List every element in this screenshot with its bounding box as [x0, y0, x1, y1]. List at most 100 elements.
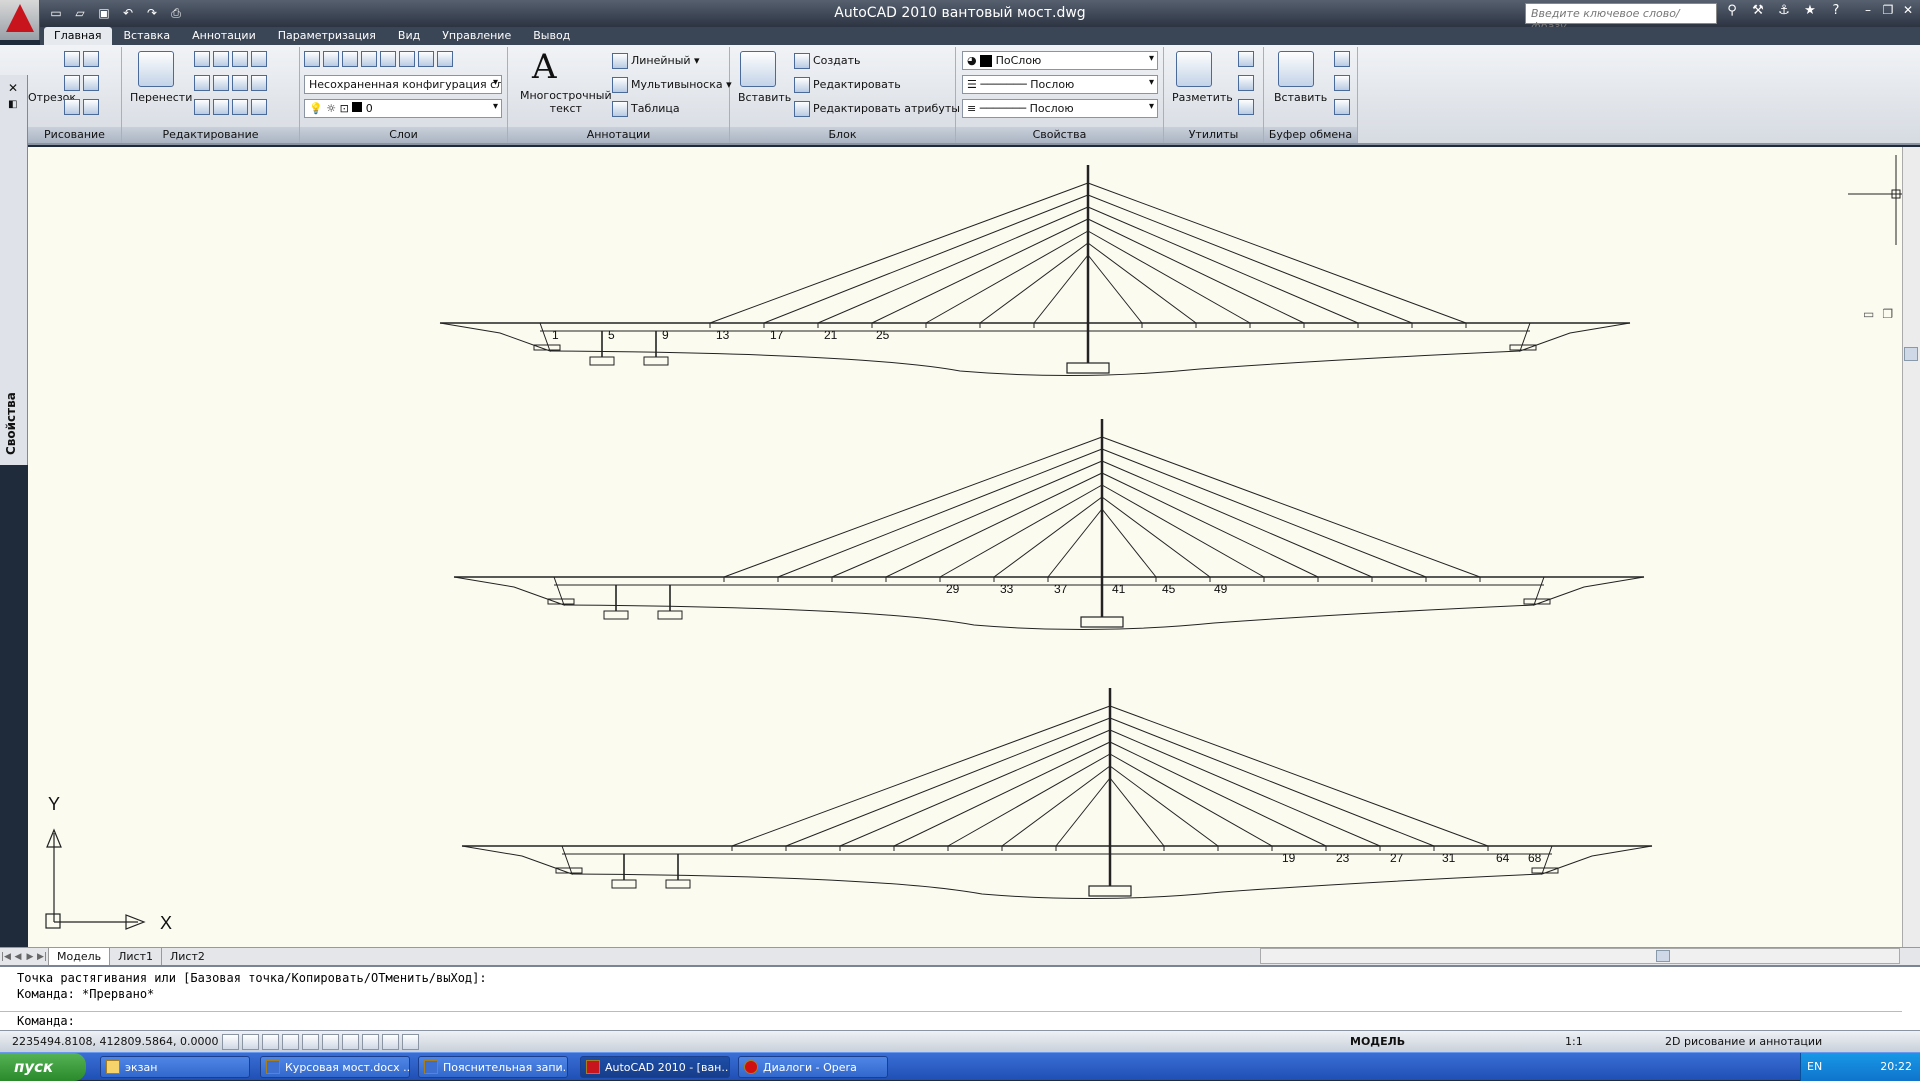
- mtext-icon[interactable]: A: [532, 47, 557, 87]
- linetype-combo[interactable]: ☰ ─────── Послою: [962, 75, 1158, 94]
- layer-state-combo[interactable]: Несохраненная конфигурация слоев: [304, 75, 502, 94]
- task-word-note[interactable]: Пояснительная запи...: [418, 1056, 568, 1078]
- command-prompt[interactable]: Команда:: [17, 1014, 75, 1028]
- panel-annotation-title[interactable]: Аннотации: [508, 127, 729, 143]
- color-combo[interactable]: ◕ ПоСлою: [962, 51, 1158, 70]
- stretch-icon[interactable]: [194, 75, 210, 91]
- hatch-icon[interactable]: [83, 99, 99, 115]
- task-word-course[interactable]: Курсовая мост.docx ...: [260, 1056, 410, 1078]
- panel-properties-title[interactable]: Свойства: [956, 127, 1163, 143]
- array-icon[interactable]: [251, 51, 267, 67]
- layout-tab-model[interactable]: Модель: [48, 947, 110, 966]
- tab-manage[interactable]: Управление: [432, 27, 521, 45]
- viewport-restore-icon[interactable]: ❐: [1882, 307, 1893, 321]
- move-icon[interactable]: [138, 51, 174, 87]
- cursor-coordinates[interactable]: 2235494.8108, 412809.5864, 0.0000: [12, 1035, 218, 1048]
- panel-modify-title[interactable]: Редактирование: [122, 127, 299, 143]
- offset-icon[interactable]: [213, 99, 229, 115]
- language-indicator[interactable]: EN: [1807, 1060, 1827, 1073]
- qp-toggle-icon[interactable]: [402, 1034, 419, 1050]
- table-button[interactable]: Таблица: [612, 101, 680, 117]
- tab-insert[interactable]: Вставка: [114, 27, 181, 45]
- panel-utilities-title[interactable]: Утилиты: [1164, 127, 1263, 143]
- workspace-switch[interactable]: 2D рисование и аннотации: [1665, 1035, 1822, 1048]
- panel-layers-title[interactable]: Слои: [300, 127, 507, 143]
- help-search-input[interactable]: Введите ключевое слово/фразу: [1525, 3, 1717, 33]
- layer-combo[interactable]: 💡 ☼ ⊡ 0: [304, 99, 502, 118]
- panel-block-title[interactable]: Блок: [730, 127, 955, 143]
- close-icon[interactable]: ✕: [1900, 3, 1916, 21]
- layer-properties-icon[interactable]: [304, 51, 320, 67]
- task-opera[interactable]: Диалоги - Opera: [738, 1056, 888, 1078]
- mtext-button[interactable]: Многострочный текст: [520, 89, 612, 115]
- prev-layout-icon[interactable]: ◀: [12, 952, 24, 962]
- vertical-scroll-thumb[interactable]: [1904, 347, 1918, 361]
- autohide-icon[interactable]: ◧: [8, 99, 17, 110]
- next-layout-icon[interactable]: ▶: [24, 952, 36, 962]
- help-icon[interactable]: ?: [1826, 3, 1846, 23]
- edit-block-button[interactable]: Редактировать: [794, 77, 901, 93]
- tab-home[interactable]: Главная: [44, 27, 112, 45]
- layout-tab-sheet1[interactable]: Лист1: [109, 947, 161, 966]
- layer-state-icon[interactable]: [323, 51, 339, 67]
- model-space-button[interactable]: МОДЕЛЬ: [1350, 1035, 1405, 1048]
- osnap-toggle-icon[interactable]: [302, 1034, 319, 1050]
- properties-palette-strip[interactable]: ✕ ◧ Свойства: [0, 75, 28, 465]
- tab-annotate[interactable]: Аннотации: [182, 27, 266, 45]
- otrack-toggle-icon[interactable]: [322, 1034, 339, 1050]
- circle-icon[interactable]: [83, 51, 99, 67]
- measure-button[interactable]: Разметить: [1172, 91, 1233, 104]
- first-layout-icon[interactable]: |◀: [0, 952, 12, 962]
- move-button[interactable]: Перенести: [130, 91, 192, 104]
- clock[interactable]: 20:22: [1880, 1060, 1912, 1073]
- insert-block-icon[interactable]: [740, 51, 776, 87]
- last-layout-icon[interactable]: ▶|: [36, 952, 48, 962]
- layout-tab-sheet2[interactable]: Лист2: [160, 947, 213, 966]
- polyline-icon[interactable]: [64, 51, 80, 67]
- arc-icon[interactable]: [64, 75, 80, 91]
- horizontal-scrollbar[interactable]: [1260, 948, 1900, 964]
- tab-output[interactable]: Вывод: [523, 27, 580, 45]
- paste-button[interactable]: Вставить: [1274, 91, 1327, 104]
- ellipse-icon[interactable]: [64, 99, 80, 115]
- panel-draw-title[interactable]: Рисование: [28, 127, 121, 143]
- lineweight-toggle-icon[interactable]: [382, 1034, 399, 1050]
- tab-view[interactable]: Вид: [388, 27, 430, 45]
- ducs-toggle-icon[interactable]: [342, 1034, 359, 1050]
- mirror-icon[interactable]: [232, 75, 248, 91]
- horizontal-scroll-thumb[interactable]: [1656, 950, 1670, 962]
- scale-icon[interactable]: [213, 75, 229, 91]
- task-autocad[interactable]: AutoCAD 2010 - [ван...: [580, 1056, 730, 1078]
- snap-toggle-icon[interactable]: [222, 1034, 239, 1050]
- select-all-icon[interactable]: [1238, 75, 1254, 91]
- rectangle-icon[interactable]: [83, 75, 99, 91]
- match-properties-icon[interactable]: [1334, 99, 1350, 115]
- copy-clip-icon[interactable]: [1334, 75, 1350, 91]
- ortho-toggle-icon[interactable]: [262, 1034, 279, 1050]
- close-palette-icon[interactable]: ✕: [8, 81, 18, 95]
- task-folder[interactable]: экзан: [100, 1056, 250, 1078]
- paste-icon[interactable]: [1278, 51, 1314, 87]
- trim-icon[interactable]: [232, 51, 248, 67]
- panel-clipboard-title[interactable]: Буфер обмена: [1264, 127, 1357, 143]
- tab-parametric[interactable]: Параметризация: [268, 27, 386, 45]
- favorites-star-icon[interactable]: ★: [1800, 3, 1820, 23]
- layer-freeze-icon[interactable]: [380, 51, 396, 67]
- viewport-minimize-icon[interactable]: ▭: [1863, 307, 1874, 321]
- copy-icon[interactable]: [194, 51, 210, 67]
- dyn-toggle-icon[interactable]: [362, 1034, 379, 1050]
- lineweight-combo[interactable]: ≡ ─────── Послою: [962, 99, 1158, 118]
- cut-icon[interactable]: [1334, 51, 1350, 67]
- insert-block-button[interactable]: Вставить: [738, 91, 791, 104]
- layer-off-icon[interactable]: [361, 51, 377, 67]
- wrench-icon[interactable]: ⚒: [1748, 3, 1768, 23]
- start-button[interactable]: пуск: [0, 1053, 86, 1081]
- calculator-icon[interactable]: [1238, 99, 1254, 115]
- multileader-button[interactable]: Мультивыноска ▾: [612, 77, 732, 93]
- explode-icon[interactable]: [232, 99, 248, 115]
- subscription-icon[interactable]: ⚓: [1774, 3, 1794, 23]
- layer-prev-icon[interactable]: [418, 51, 434, 67]
- drawing-canvas[interactable]: 1 5 9 13 17 21 25 29 33 37 41 45 49 19 23 27 31 64 68 Y X ▭ …: [28, 147, 1908, 947]
- create-block-button[interactable]: Создать: [794, 53, 861, 69]
- layer-match-icon[interactable]: [399, 51, 415, 67]
